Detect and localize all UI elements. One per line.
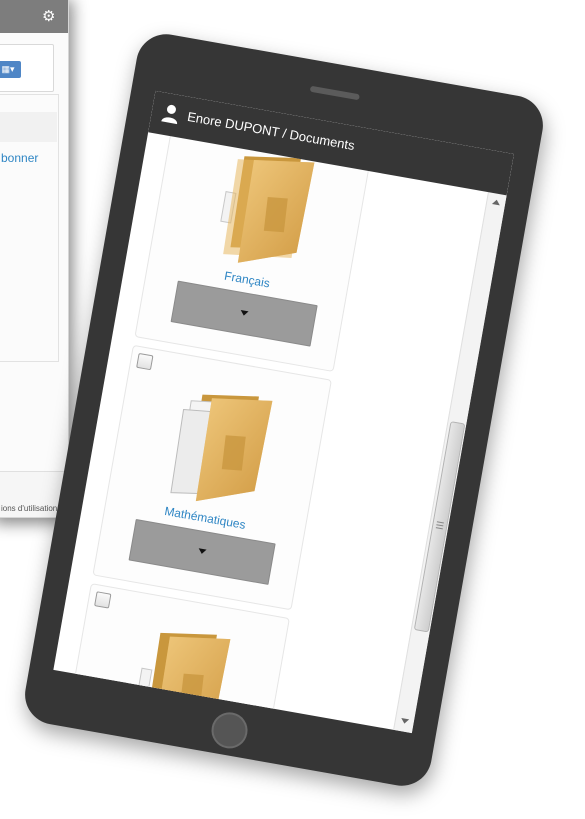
select-checkbox[interactable]: [94, 591, 112, 609]
tablet-device: Français Mathématiques Enore DUPONT / Do…: [20, 29, 548, 791]
user-icon: [161, 104, 178, 125]
background-window: ⚙ ▦▾ bonner ions d'utilisation: [0, 0, 69, 518]
scroll-down-arrow-icon[interactable]: [400, 718, 410, 725]
folder-card[interactable]: Français: [134, 132, 374, 372]
panel-header-strip: [0, 112, 57, 142]
folder-icon: [220, 156, 315, 263]
folder-column: Français Mathématiques: [53, 132, 381, 729]
subscribe-link[interactable]: bonner: [1, 151, 38, 165]
grid-view-button[interactable]: ▦▾: [0, 61, 21, 78]
view-toggle-panel: ▦▾: [0, 44, 54, 92]
folder-card[interactable]: Mathématiques: [92, 344, 332, 611]
grip-icon: [436, 521, 444, 524]
window-toolbar: ⚙: [0, 0, 68, 33]
scroll-up-arrow-icon[interactable]: [491, 199, 501, 206]
gear-icon[interactable]: ⚙: [42, 9, 55, 24]
select-checkbox[interactable]: [136, 352, 154, 371]
terms-of-use-link[interactable]: ions d'utilisation: [1, 504, 57, 513]
folder-with-documents-icon: [170, 394, 273, 502]
caret-down-icon: [197, 548, 207, 555]
caret-down-icon: [239, 309, 249, 317]
